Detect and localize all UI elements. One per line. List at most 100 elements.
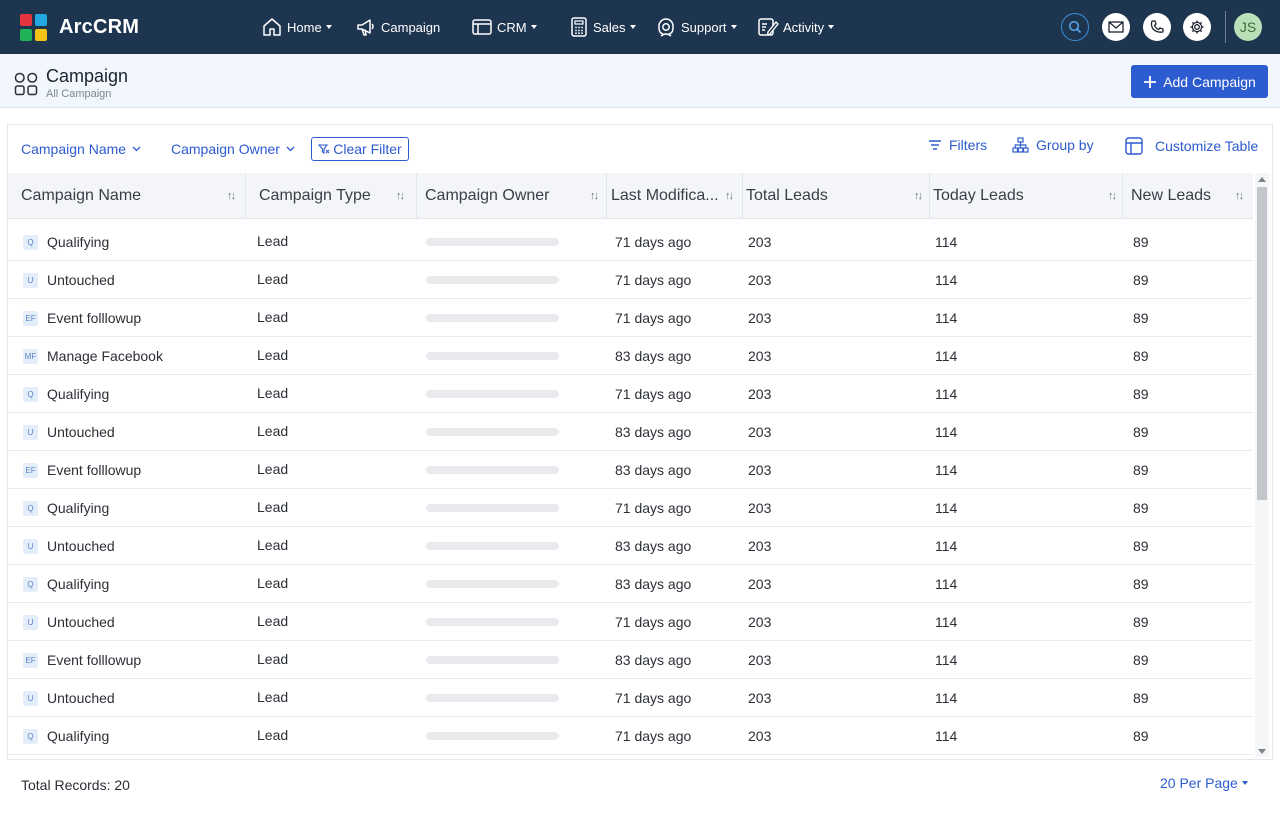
table-row[interactable]: U Untouched Lead 71 days ago 203 114 89 <box>8 603 1253 641</box>
phone-icon <box>1150 20 1164 33</box>
app-name[interactable]: ArcCRM <box>59 16 139 39</box>
app-logo[interactable] <box>20 14 47 41</box>
cell-new-leads: 89 <box>1133 386 1149 402</box>
column-header-label: Campaign Type <box>259 187 371 204</box>
table-body: Q Qualifying Lead 71 days ago 203 114 89 U Untou… <box>8 223 1253 757</box>
cell-campaign-owner <box>426 261 559 299</box>
cell-campaign-owner <box>426 527 559 565</box>
per-page-select[interactable]: 20 Per Page <box>1160 775 1248 791</box>
table-row[interactable]: U Untouched Lead 83 days ago 203 114 89 <box>8 527 1253 565</box>
campaign-name: Untouched <box>47 538 115 554</box>
nav-support[interactable]: Support <box>655 12 737 42</box>
sort-icon[interactable]: ↑↓ <box>1108 190 1117 202</box>
nav-home[interactable]: Home <box>261 12 332 42</box>
table-row[interactable]: EF Event folllowup Lead 83 days ago 203 114 89 <box>8 451 1253 489</box>
table-row[interactable]: U Untouched Lead 71 days ago 203 114 89 <box>8 679 1253 717</box>
cell-campaign-owner <box>426 679 559 717</box>
cell-campaign-name[interactable]: Q Qualifying <box>23 717 109 755</box>
table-row[interactable]: Q Qualifying Lead 71 days ago 203 114 89 <box>8 375 1253 413</box>
campaign-name-filter[interactable]: Campaign Name <box>21 141 141 157</box>
table-row[interactable]: Q Qualifying Lead 71 days ago 203 114 89 <box>8 717 1253 755</box>
column-header-total-leads[interactable]: Total Leads <box>743 173 930 219</box>
campaign-owner-filter-label: Campaign Owner <box>171 141 280 157</box>
column-header-today-leads[interactable]: Today Leads <box>930 173 1123 219</box>
cell-today-leads: 114 <box>935 538 958 554</box>
settings-button[interactable] <box>1183 13 1211 41</box>
cell-campaign-owner <box>426 413 559 451</box>
search-button[interactable] <box>1061 13 1089 41</box>
column-header-campaign-type[interactable]: Campaign Type <box>246 173 417 219</box>
chevron-down-icon <box>828 25 835 29</box>
add-campaign-button[interactable]: Add Campaign <box>1131 65 1268 98</box>
cell-campaign-owner <box>426 223 559 261</box>
column-header-new-leads[interactable]: New Leads <box>1123 173 1253 219</box>
campaign-name: Untouched <box>47 690 115 706</box>
cell-campaign-type: Lead <box>257 461 289 477</box>
campaign-owner-filter[interactable]: Campaign Owner <box>171 141 295 157</box>
mail-button[interactable] <box>1102 13 1130 41</box>
clear-filter-button[interactable]: Clear Filter <box>311 137 409 161</box>
cell-campaign-name[interactable]: MF Manage Facebook <box>23 337 163 375</box>
nav-campaign[interactable]: Campaign <box>355 12 440 42</box>
column-header-campaign-name[interactable]: Campaign Name <box>8 173 246 219</box>
cell-last-modified: 71 days ago <box>615 500 692 516</box>
customize-table-button[interactable]: Customize Table <box>1125 137 1258 155</box>
cell-last-modified: 83 days ago <box>615 424 692 440</box>
campaign-initials-badge: U <box>23 272 38 288</box>
cell-campaign-name[interactable]: EF Event folllowup <box>23 451 141 489</box>
owner-placeholder <box>426 276 559 284</box>
chevron-down-icon <box>1241 781 1248 785</box>
table-row[interactable]: U Untouched Lead 71 days ago 203 114 89 <box>8 261 1253 299</box>
cell-campaign-name[interactable]: U Untouched <box>23 527 115 565</box>
sort-icon[interactable]: ↑↓ <box>914 190 923 202</box>
cell-campaign-name[interactable]: Q Qualifying <box>23 223 109 261</box>
group-by-button[interactable]: Group by <box>1012 137 1094 153</box>
home-icon <box>263 18 281 36</box>
campaign-initials-badge: U <box>23 614 38 630</box>
cell-campaign-name[interactable]: U Untouched <box>23 679 115 717</box>
cell-campaign-type: Lead <box>257 233 289 249</box>
campaign-name: Qualifying <box>47 234 110 250</box>
sort-icon[interactable]: ↑↓ <box>1235 190 1244 202</box>
cell-new-leads: 89 <box>1133 310 1149 326</box>
nav-activity[interactable]: Activity <box>757 12 835 42</box>
cell-campaign-name[interactable]: EF Event folllowup <box>23 641 141 679</box>
cell-campaign-name[interactable]: U Untouched <box>23 413 115 451</box>
phone-button[interactable] <box>1143 13 1171 41</box>
headset-icon <box>658 18 674 37</box>
table-row[interactable]: EF Event folllowup Lead 83 days ago 203 114 89 <box>8 641 1253 679</box>
table-row[interactable]: Q Qualifying Lead 83 days ago 203 114 89 <box>8 565 1253 603</box>
hierarchy-icon <box>1012 137 1029 153</box>
scroll-down-arrow[interactable] <box>1258 749 1266 754</box>
cell-campaign-type: Lead <box>257 651 289 667</box>
cell-today-leads: 114 <box>935 690 958 706</box>
sort-icon[interactable]: ↑↓ <box>227 190 236 202</box>
filters-button[interactable]: Filters <box>928 137 987 153</box>
user-avatar[interactable]: JS <box>1234 13 1262 41</box>
nav-sales[interactable]: Sales <box>569 12 636 42</box>
cell-today-leads: 114 <box>935 614 958 630</box>
cell-today-leads: 114 <box>935 424 958 440</box>
cell-campaign-name[interactable]: EF Event folllowup <box>23 299 141 337</box>
sort-icon[interactable]: ↑↓ <box>725 190 734 202</box>
column-header-campaign-owner[interactable]: Campaign Owner <box>417 173 607 219</box>
campaign-initials-badge: U <box>23 538 38 554</box>
sort-icon[interactable]: ↑↓ <box>396 190 405 202</box>
table-row[interactable]: MF Manage Facebook Lead 83 days ago 203 114 89 <box>8 337 1253 375</box>
scrollbar-thumb[interactable] <box>1257 187 1267 500</box>
sort-icon[interactable]: ↑↓ <box>590 190 599 202</box>
table-row[interactable]: EF Event folllowup Lead 71 days ago 203 114 89 <box>8 299 1253 337</box>
cell-campaign-name[interactable]: Q Qualifying <box>23 375 109 413</box>
cell-last-modified: 83 days ago <box>615 576 692 592</box>
cell-campaign-name[interactable]: Q Qualifying <box>23 565 109 603</box>
cell-campaign-name[interactable]: U Untouched <box>23 603 115 641</box>
table-row[interactable]: Q Qualifying Lead 71 days ago 203 114 89 <box>8 223 1253 261</box>
cell-campaign-name[interactable]: U Untouched <box>23 261 115 299</box>
cell-campaign-name[interactable]: Q Qualifying <box>23 489 109 527</box>
scroll-up-arrow[interactable] <box>1258 177 1266 182</box>
column-header-last-modified[interactable]: Last Modifica... <box>607 173 743 219</box>
nav-crm[interactable]: CRM <box>471 12 537 42</box>
group-by-label: Group by <box>1036 137 1094 153</box>
table-row[interactable]: U Untouched Lead 83 days ago 203 114 89 <box>8 413 1253 451</box>
table-row[interactable]: Q Qualifying Lead 71 days ago 203 114 89 <box>8 489 1253 527</box>
